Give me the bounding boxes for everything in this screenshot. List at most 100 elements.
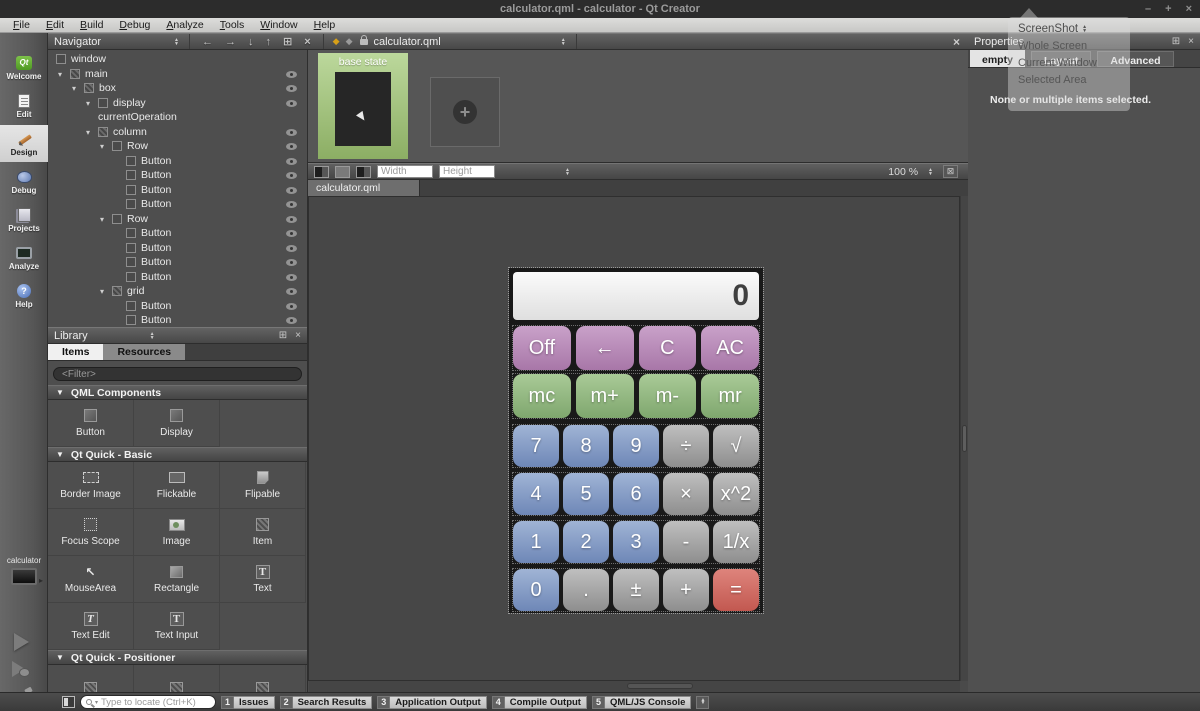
expand-arrow-icon[interactable]: ▾	[72, 84, 76, 93]
calc-button-5[interactable]: 5	[563, 473, 609, 515]
mode-edit[interactable]: Edit	[0, 87, 48, 124]
root-width-input[interactable]: Width	[377, 165, 433, 178]
collapse-arrow-icon[interactable]: ▼	[56, 388, 64, 397]
library-item-display[interactable]: Display	[134, 400, 220, 447]
tree-item-column[interactable]: ▾column	[48, 125, 307, 140]
close-library-icon[interactable]: ×	[295, 330, 301, 341]
run-button[interactable]	[14, 633, 29, 651]
menu-debug[interactable]: Debug	[112, 19, 157, 31]
library-item-positioner[interactable]	[134, 665, 220, 692]
size-combo-icon[interactable]: ▲▼	[565, 168, 570, 176]
calc-button-9[interactable]: 9	[613, 425, 659, 467]
output-pane-search-results[interactable]: 2Search Results	[280, 696, 373, 709]
menu-help[interactable]: Help	[307, 19, 343, 31]
visibility-eye-icon[interactable]	[286, 100, 297, 107]
close-properties-icon[interactable]: ×	[1188, 36, 1194, 47]
library-item-border-image[interactable]: Border Image	[48, 462, 134, 509]
split-properties-icon[interactable]: ⊞	[1172, 36, 1180, 47]
menu-tools[interactable]: Tools	[213, 19, 252, 31]
locate-input[interactable]: ▾ Type to locate (Ctrl+K)	[80, 695, 216, 709]
visibility-eye-icon[interactable]	[286, 201, 297, 208]
calc-button-±[interactable]: ±	[613, 569, 659, 611]
visibility-eye-icon[interactable]	[286, 288, 297, 295]
mode-debug[interactable]: Debug	[0, 163, 48, 200]
tree-item-Button[interactable]: Button	[48, 270, 307, 285]
close-pane-icon[interactable]: ×	[953, 35, 960, 49]
go-up-icon[interactable]: ↑	[260, 36, 278, 48]
output-pane-issues[interactable]: 1Issues	[221, 696, 275, 709]
expand-arrow-icon[interactable]: ▾	[86, 128, 90, 137]
tree-item-Button[interactable]: Button	[48, 226, 307, 241]
menu-edit[interactable]: Edit	[39, 19, 71, 31]
collapse-arrow-icon[interactable]: ▼	[56, 450, 64, 459]
section-qt-quick-positioner[interactable]: ▼Qt Quick - Positioner	[48, 650, 307, 665]
visibility-eye-icon[interactable]	[286, 71, 297, 78]
library-item-text-input[interactable]: TText Input	[134, 603, 220, 650]
calc-button--[interactable]: -	[663, 521, 709, 563]
output-pane-compile-output[interactable]: 4Compile Output	[492, 696, 587, 709]
screenshot-option-selected-area[interactable]: Selected Area	[1008, 71, 1130, 88]
calc-button-1/x[interactable]: 1/x	[713, 521, 759, 563]
calc-button-←[interactable]: ←	[576, 326, 634, 370]
calc-button-.[interactable]: .	[563, 569, 609, 611]
tree-item-Button[interactable]: Button	[48, 154, 307, 169]
output-pane-application-output[interactable]: 3Application Output	[377, 696, 487, 709]
mode-help[interactable]: ?Help	[0, 277, 48, 314]
calc-button-=[interactable]: =	[713, 569, 759, 611]
library-item-text[interactable]: TText	[220, 556, 306, 603]
toggle-sidebar-icon[interactable]	[62, 696, 75, 708]
library-item-image[interactable]: Image	[134, 509, 220, 556]
visibility-eye-icon[interactable]	[286, 259, 297, 266]
add-state-tile[interactable]: +	[430, 77, 500, 147]
calc-button-4[interactable]: 4	[513, 473, 559, 515]
menu-analyze[interactable]: Analyze	[159, 19, 210, 31]
section-qt-quick-basic[interactable]: ▼Qt Quick - Basic	[48, 447, 307, 462]
maximize-button[interactable]: +	[1165, 3, 1171, 15]
visibility-eye-icon[interactable]	[286, 317, 297, 324]
menu-window[interactable]: Window	[253, 19, 304, 31]
menu-file[interactable]: File	[6, 19, 37, 31]
form-editor-canvas[interactable]: 0 Off←CACmcm+m-mr789÷√456×x^2123-1/x0.±+…	[308, 196, 960, 681]
tree-item-display[interactable]: ▾display	[48, 96, 307, 111]
library-item-flipable[interactable]: Flipable	[220, 462, 306, 509]
canvas-color-icon[interactable]	[356, 166, 371, 178]
calc-button-÷[interactable]: ÷	[663, 425, 709, 467]
go-back-icon[interactable]: ←	[196, 36, 219, 48]
calc-button-1[interactable]: 1	[513, 521, 559, 563]
calc-button-0[interactable]: 0	[513, 569, 559, 611]
screenshot-combo-icon[interactable]: ▲▼	[1082, 25, 1087, 33]
calc-button-+[interactable]: +	[663, 569, 709, 611]
split-pane-icon[interactable]: ⊞	[279, 330, 287, 341]
visibility-eye-icon[interactable]	[286, 245, 297, 252]
calc-button-mc[interactable]: mc	[513, 374, 571, 418]
canvas-vertical-scrollbar[interactable]	[960, 196, 968, 681]
tree-item-Row[interactable]: ▾Row	[48, 139, 307, 154]
library-item-flickable[interactable]: Flickable	[134, 462, 220, 509]
calc-button-√[interactable]: √	[713, 425, 759, 467]
tree-item-Row[interactable]: ▾Row	[48, 212, 307, 227]
debug-run-button[interactable]	[12, 661, 30, 677]
tree-item-Button[interactable]: Button	[48, 241, 307, 256]
tree-item-Button[interactable]: Button	[48, 197, 307, 212]
tree-item-Button[interactable]: Button	[48, 183, 307, 198]
library-item-item[interactable]: Item	[220, 509, 306, 556]
visibility-eye-icon[interactable]	[286, 274, 297, 281]
mode-design[interactable]: Design	[0, 125, 48, 162]
output-pane-stepper[interactable]: ▲▼	[696, 696, 709, 709]
add-state-icon[interactable]: +	[453, 100, 477, 124]
close-doc-icon[interactable]: ×	[298, 36, 316, 48]
screenshot-popup-title[interactable]: ScreenShot ▲▼	[1008, 17, 1130, 37]
visibility-eye-icon[interactable]	[286, 158, 297, 165]
calc-button-x^2[interactable]: x^2	[713, 473, 759, 515]
calc-button-AC[interactable]: AC	[701, 326, 759, 370]
library-item-text-edit[interactable]: TText Edit	[48, 603, 134, 650]
library-item-positioner[interactable]	[220, 665, 306, 692]
expand-arrow-icon[interactable]: ▾	[86, 99, 90, 108]
close-button[interactable]: ×	[1186, 3, 1192, 15]
library-item-positioner[interactable]	[48, 665, 134, 692]
zoom-fit-button[interactable]: ⊠	[943, 165, 958, 178]
bookmark-gray-icon[interactable]: ◆	[343, 36, 356, 47]
bookmark-gold-icon[interactable]: ◆	[330, 36, 343, 47]
collapse-arrow-icon[interactable]: ▼	[56, 653, 64, 662]
calc-button-m-[interactable]: m-	[639, 374, 697, 418]
